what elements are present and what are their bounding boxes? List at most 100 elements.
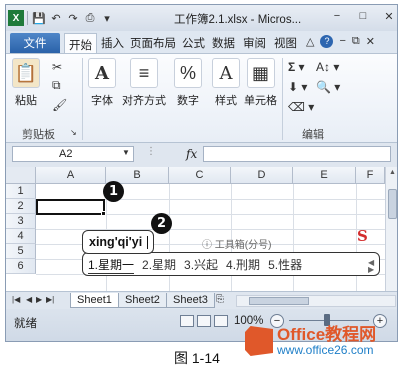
- last-sheet-icon[interactable]: ▶|: [46, 295, 54, 304]
- editing-group-label: 编辑: [302, 129, 324, 141]
- ime-candidate-4[interactable]: 4.刑期: [226, 256, 260, 274]
- clear-icon[interactable]: ⌫ ▾: [288, 100, 314, 114]
- number-button[interactable]: % 数字: [174, 58, 202, 108]
- formula-input[interactable]: [203, 146, 391, 162]
- ime-candidate-2[interactable]: 2.星期: [142, 256, 176, 274]
- status-ready: 就绪: [14, 318, 37, 330]
- help-icon[interactable]: ?: [320, 35, 334, 48]
- column-header-d[interactable]: D: [231, 167, 293, 184]
- group-separator: [282, 58, 283, 140]
- active-cell-a2[interactable]: [36, 199, 105, 215]
- alignment-label: 对齐方式: [122, 95, 166, 107]
- sheet-tab-sheet3[interactable]: Sheet3: [166, 293, 215, 308]
- view-buttons: [180, 315, 228, 327]
- insert-function-icon[interactable]: fx: [186, 147, 197, 161]
- number-label: 数字: [177, 95, 199, 107]
- file-tab[interactable]: 文件: [10, 33, 60, 53]
- ime-candidates: 1.星期一 2.星期 3.兴起 4.刑期 5.性器: [88, 256, 302, 274]
- tab-page-layout[interactable]: 页面布局: [130, 35, 176, 51]
- row-header-4[interactable]: 4: [6, 229, 36, 244]
- sogou-logo-icon: S: [357, 227, 368, 245]
- save-icon[interactable]: 💾: [31, 10, 47, 26]
- find-select-icon[interactable]: 🔍 ▾: [316, 80, 340, 94]
- ime-page-arrows-icon[interactable]: ◀ ▶: [368, 259, 374, 274]
- cells-button[interactable]: ▦ 单元格: [244, 58, 277, 108]
- ribbon-tabs: 文件 开始 插入 页面布局 公式 数据 审阅 视图 △ ? − ⧉ ✕: [6, 31, 397, 53]
- excel-window: X 💾 ↶ ↷ ⎙ ▾ 工作簿2.1.xlsx - Micros... − □ …: [5, 4, 398, 342]
- insert-sheet-icon[interactable]: ⎘: [216, 294, 224, 305]
- fill-icon[interactable]: ⬇ ▾: [288, 80, 307, 94]
- excel-app-icon[interactable]: X: [8, 10, 24, 26]
- ime-candidate-5[interactable]: 5.性器: [268, 256, 302, 274]
- watermark: Office教程网 www.office26.com: [245, 326, 376, 356]
- vertical-scroll-thumb[interactable]: [388, 189, 397, 219]
- print-icon[interactable]: ⎙: [82, 10, 98, 26]
- ribbon-right-controls: △ ? − ⧉ ✕: [306, 35, 375, 48]
- copy-icon[interactable]: ⧉: [52, 78, 61, 93]
- restore-button[interactable]: □: [350, 7, 376, 25]
- ime-caret: [147, 236, 148, 249]
- undo-icon[interactable]: ↶: [48, 10, 64, 26]
- cells-icon: ▦: [246, 58, 275, 88]
- paste-icon: 📋: [12, 58, 40, 88]
- sort-filter-icon[interactable]: A↕ ▾: [316, 60, 339, 74]
- figure-caption: 图 1-14: [174, 350, 220, 366]
- clipboard-launcher-icon[interactable]: ↘: [70, 128, 77, 137]
- tab-data[interactable]: 数据: [212, 35, 235, 51]
- column-header-f[interactable]: F: [356, 167, 385, 184]
- font-button[interactable]: A 字体: [88, 58, 116, 108]
- scroll-up-icon[interactable]: ▲: [387, 169, 397, 180]
- column-header-c[interactable]: C: [169, 167, 231, 184]
- name-box[interactable]: A2: [12, 146, 134, 162]
- customize-qat-icon[interactable]: ▾: [99, 10, 115, 26]
- minimize-button[interactable]: −: [324, 7, 350, 25]
- prev-sheet-icon[interactable]: ◀: [26, 295, 32, 304]
- page-layout-view-icon[interactable]: [197, 315, 211, 327]
- clipboard-group-label: 剪贴板: [22, 129, 55, 141]
- tab-formulas[interactable]: 公式: [182, 35, 205, 51]
- horizontal-scroll-thumb[interactable]: [249, 297, 309, 305]
- ime-candidate-1[interactable]: 1.星期一: [88, 256, 135, 274]
- row-header-1[interactable]: 1: [6, 184, 36, 199]
- select-all-corner[interactable]: [6, 167, 36, 184]
- format-painter-icon[interactable]: 🖌: [52, 98, 67, 112]
- alignment-button[interactable]: ≡ 对齐方式: [122, 58, 166, 108]
- redo-icon[interactable]: ↷: [65, 10, 81, 26]
- column-header-e[interactable]: E: [293, 167, 356, 184]
- tab-insert[interactable]: 插入: [101, 35, 124, 51]
- tab-view[interactable]: 视图: [274, 35, 297, 51]
- ribbon-home: 📋 粘贴 ✂ ⧉ 🖌 剪贴板 ↘ A 字体 ≡ 对齐方式 % 数字 A 样式 ▦…: [6, 53, 397, 143]
- sheet-tab-sheet1[interactable]: Sheet1: [70, 293, 119, 308]
- worksheet-grid[interactable]: A B C D E F 1 2 3 4 5 6 1 2 ▲ xing'qi'yi: [6, 167, 397, 291]
- row-header-3[interactable]: 3: [6, 214, 36, 229]
- paste-button[interactable]: 📋 粘贴: [12, 58, 40, 108]
- font-icon: A: [88, 58, 116, 88]
- tab-review[interactable]: 审阅: [243, 35, 266, 51]
- fill-handle[interactable]: [101, 211, 106, 216]
- next-sheet-icon[interactable]: ▶: [36, 295, 42, 304]
- styles-button[interactable]: A 样式: [212, 58, 240, 108]
- close-button[interactable]: ✕: [376, 7, 397, 25]
- page-break-view-icon[interactable]: [214, 315, 228, 327]
- first-sheet-icon[interactable]: |◀: [12, 295, 20, 304]
- callout-1: 1: [103, 181, 124, 202]
- column-header-a[interactable]: A: [36, 167, 106, 184]
- workbook-minimize-icon[interactable]: −: [339, 35, 345, 48]
- collapse-ribbon-icon[interactable]: △: [306, 35, 314, 48]
- horizontal-scrollbar[interactable]: [236, 295, 396, 307]
- name-box-dropdown-icon[interactable]: ▼: [122, 148, 130, 157]
- workbook-restore-icon[interactable]: ⧉: [352, 35, 360, 48]
- row-header-2[interactable]: 2: [6, 199, 36, 214]
- normal-view-icon[interactable]: [180, 315, 194, 327]
- cut-icon[interactable]: ✂: [52, 60, 62, 74]
- row-header-5[interactable]: 5: [6, 244, 36, 259]
- tab-home[interactable]: 开始: [64, 33, 97, 53]
- ime-candidate-3[interactable]: 3.兴起: [184, 256, 218, 274]
- vertical-scrollbar[interactable]: ▲: [385, 167, 397, 291]
- sheet-tab-sheet2[interactable]: Sheet2: [118, 293, 167, 308]
- workbook-close-icon[interactable]: ✕: [366, 35, 375, 48]
- row-header-6[interactable]: 6: [6, 259, 36, 274]
- alignment-icon: ≡: [130, 58, 158, 88]
- cells-label: 单元格: [244, 95, 277, 107]
- autosum-icon[interactable]: Σ ▾: [288, 60, 305, 74]
